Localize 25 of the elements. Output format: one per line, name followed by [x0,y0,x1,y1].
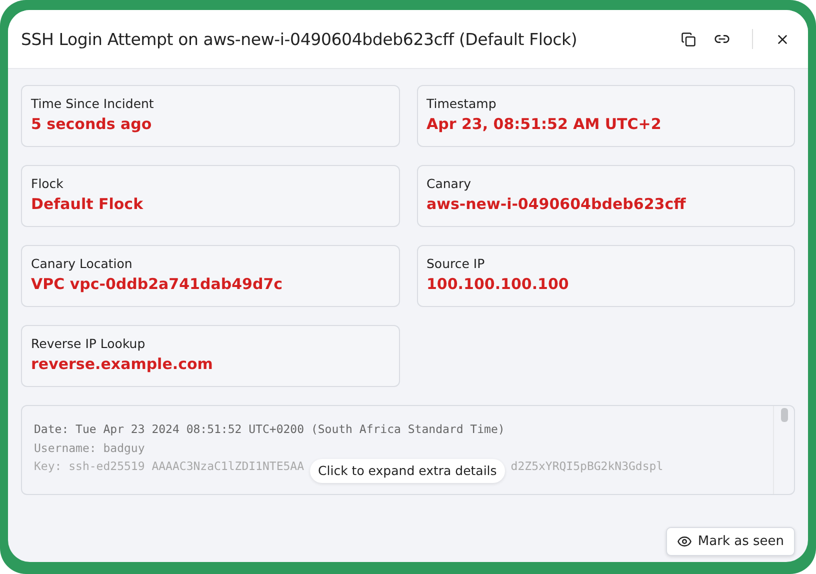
field-value: 100.100.100.100 [426,275,570,293]
field-value: reverse.example.com [31,355,214,373]
details-panel[interactable]: Date: Tue Apr 23 2024 08:51:52 UTC+0200 (South Africa Standard Time) Username: badguy Key: ssh-ed25519 AAAAC3NzaC1lZDI1NTE5AA Click to expand extra details d2Z5xYRQI5pBG2kN3Gdspl [21,405,795,495]
log-text: Key: ssh-ed25519 AAAAC3NzaC1lZDI1NTE5AA [34,459,304,473]
log-text: d2Z5xYRQI5pBG2kN3Gdspl [510,459,664,473]
field-label: Flock [31,176,64,191]
log-line: Username: badguy [34,440,146,456]
field-label: Timestamp [426,96,498,111]
tooltip: Click to expand extra details [310,459,505,483]
field-label: Source IP [426,256,486,271]
field-label: Time Since Incident [31,96,155,111]
scrollbar-thumb[interactable] [780,408,788,422]
field-value: Default Flock [31,195,144,213]
field-value: VPC vpc-0ddb2a741dab49d7c [31,275,284,293]
mark-seen-button[interactable]: Mark as seen [666,527,795,556]
window-title: SSH Login Attempt on aws-new-i-0490604bdeb623cff (Default Flock) [21,30,578,48]
field-label: Canary [426,176,472,191]
field-value: aws-new-i-0490604bdeb623cff [426,195,687,213]
field-value: Apr 23, 08:51:52 AM UTC+2 [426,115,662,133]
field-value: 5 seconds ago [31,115,153,133]
eye-icon [676,534,692,549]
field-label: Canary Location [31,256,134,271]
log-line: Date: Tue Apr 23 2024 08:51:52 UTC+0200 (South Africa Standard Time) [34,421,506,438]
copy-icon[interactable] [679,30,698,48]
field-label: Reverse IP Lookup [31,336,146,351]
